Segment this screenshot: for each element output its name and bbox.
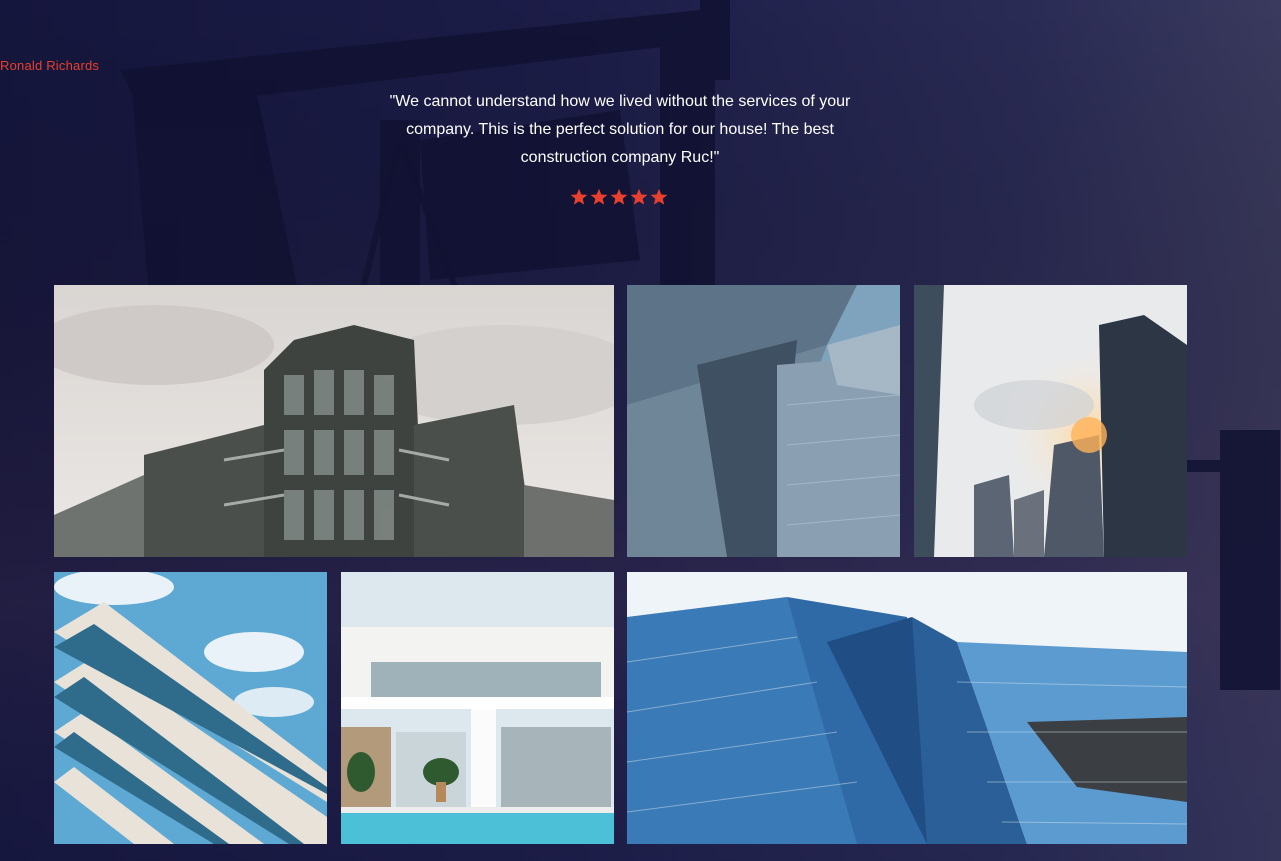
gallery-image-4[interactable] <box>54 572 327 844</box>
star-icon <box>590 188 608 205</box>
gallery-image-6[interactable] <box>627 572 1187 844</box>
testimonial-author: Ronald Richards <box>0 58 100 73</box>
star-icon <box>650 188 668 205</box>
star-icon <box>630 188 648 205</box>
gallery-image-1[interactable] <box>54 285 614 557</box>
testimonial-quote: "We cannot understand how we lived witho… <box>389 93 851 166</box>
gallery-image-2[interactable] <box>627 285 900 557</box>
star-icon <box>610 188 628 205</box>
gallery-image-3[interactable] <box>914 285 1187 557</box>
gallery-image-5[interactable] <box>341 572 614 844</box>
rating-stars <box>570 188 668 206</box>
star-icon <box>570 188 588 205</box>
